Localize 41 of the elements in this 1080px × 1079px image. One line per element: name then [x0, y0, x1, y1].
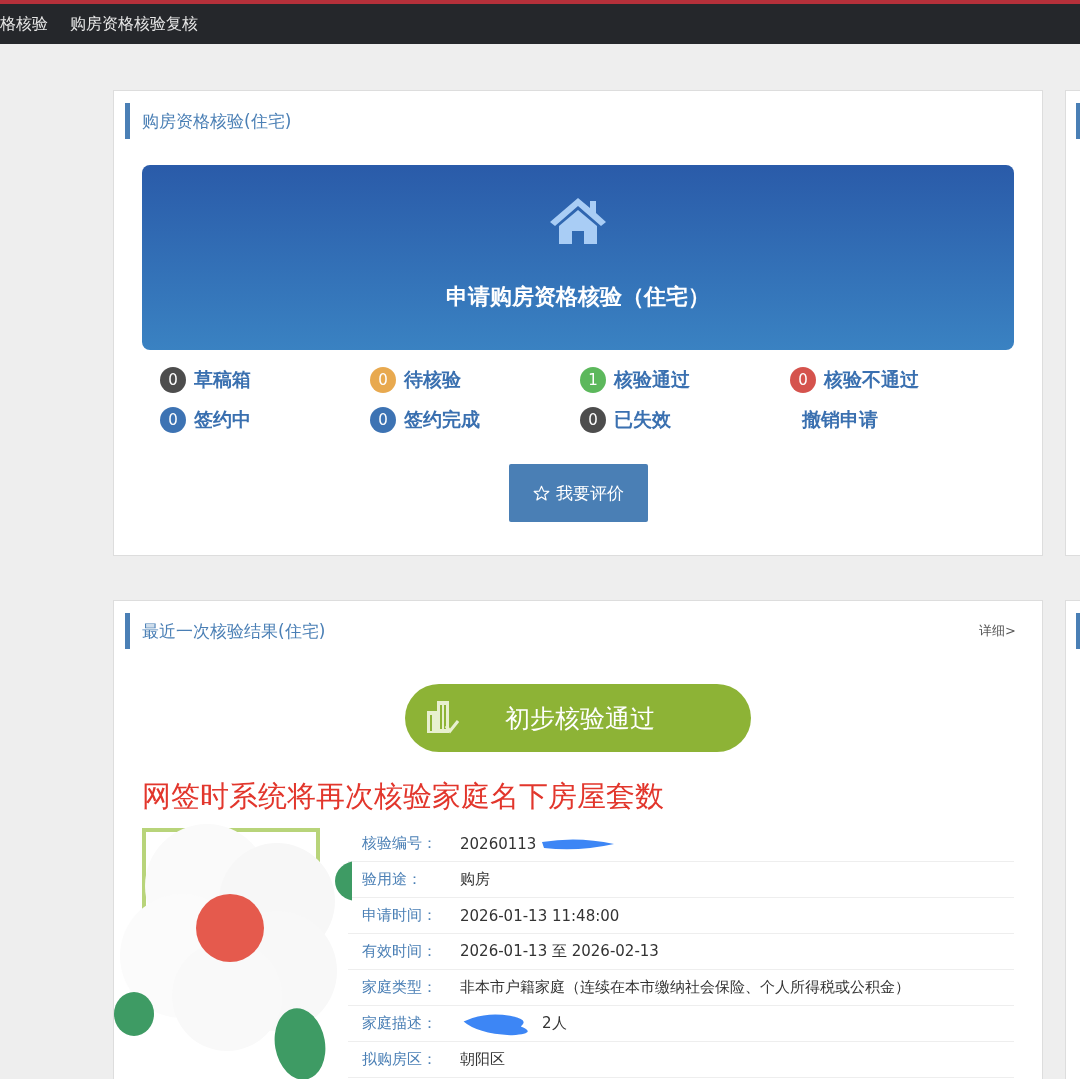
count-badge: 0	[160, 407, 186, 433]
status-pill: 初步核验通过	[405, 684, 751, 752]
nav-item[interactable]: 格核验	[0, 13, 48, 35]
nav-item[interactable]: 购房资格核验复核	[70, 13, 198, 35]
field-label: 核验编号：	[362, 834, 438, 853]
count-badge: 0	[370, 407, 396, 433]
field-label: 申请时间：	[362, 906, 438, 925]
building-check-icon	[425, 699, 459, 735]
field-value: 2026-01-13 至 2026-02-13	[460, 942, 659, 961]
card-title: 购房资格核验(住宅)	[142, 109, 292, 133]
star-icon	[532, 484, 550, 502]
cancel-link[interactable]: 撤销申请	[802, 407, 878, 433]
status-link[interactable]: 签约完成	[404, 407, 480, 433]
house-icon	[548, 195, 608, 246]
field-label: 有效时间：	[362, 942, 438, 961]
notice-text: 网签时系统将再次核验家庭名下房屋套数	[142, 778, 665, 815]
apply-banner[interactable]: 申请购房资格核验（住宅）	[142, 165, 1014, 350]
field-value: 非本市户籍家庭（连续在本市缴纳社会保险、个人所得税或公积金）	[460, 978, 910, 997]
status-link[interactable]: 已失效	[614, 407, 671, 433]
count-badge: 0	[160, 367, 186, 393]
field-value: 20260113	[460, 834, 537, 853]
status-link[interactable]: 核验不通过	[824, 367, 919, 393]
status-link[interactable]: 待核验	[404, 367, 461, 393]
field-label: 家庭描述：	[362, 1014, 438, 1033]
detail-link[interactable]: 详细>	[979, 622, 1016, 640]
field-label: 验用途：	[362, 870, 423, 889]
field-value: 2026-01-13 11:48:00	[460, 906, 620, 925]
field-value: 朝阳区	[460, 1050, 505, 1069]
field-label: 拟购房区：	[362, 1050, 438, 1069]
status-link[interactable]: 草稿箱	[194, 367, 251, 393]
count-badge: 1	[580, 367, 606, 393]
field-value: 购房	[460, 870, 490, 889]
status-link[interactable]: 核验通过	[614, 367, 690, 393]
field-label: 家庭类型：	[362, 978, 438, 997]
count-badge: 0	[370, 367, 396, 393]
status-link[interactable]: 签约中	[194, 407, 251, 433]
count-badge: 0	[580, 407, 606, 433]
field-value: 2人	[542, 1014, 567, 1033]
rate-button[interactable]: 我要评价	[508, 464, 648, 522]
card-title: 最近一次核验结果(住宅)	[142, 619, 326, 643]
count-badge: 0	[790, 367, 816, 393]
